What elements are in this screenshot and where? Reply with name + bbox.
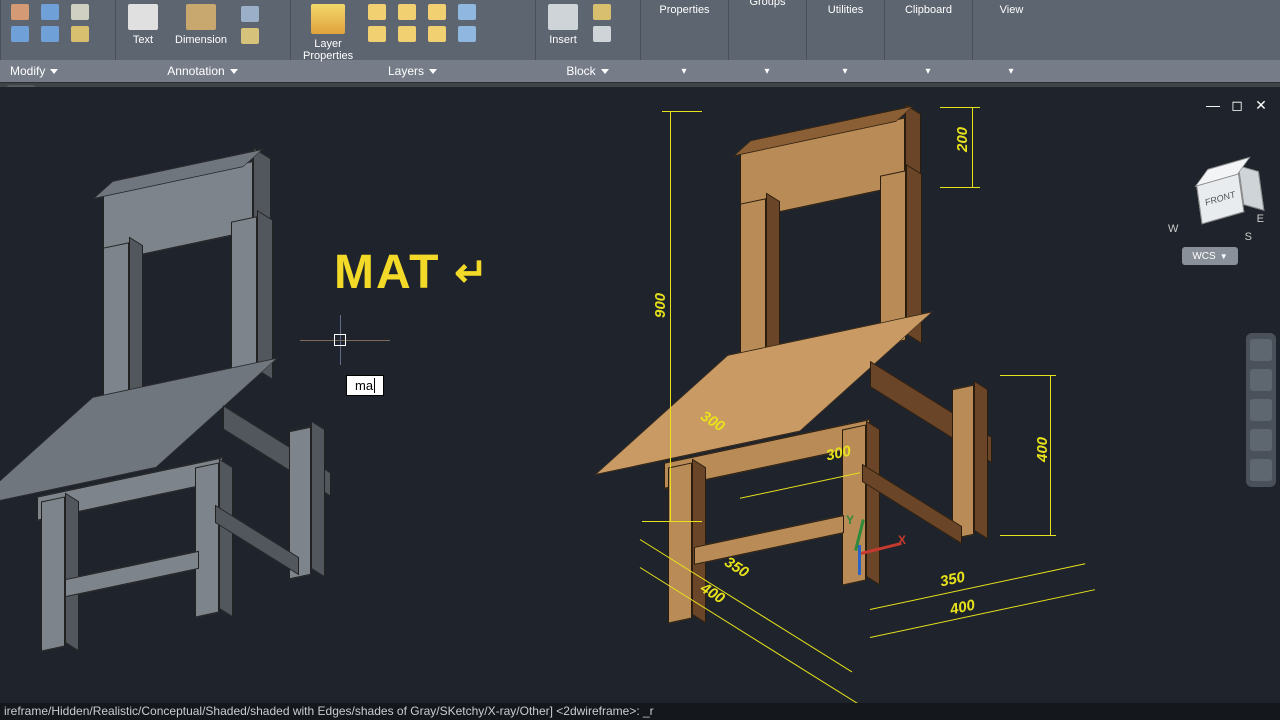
minimize-button[interactable]: —	[1204, 97, 1222, 114]
chevron-down-icon	[601, 69, 609, 74]
layer-t6[interactable]	[424, 24, 449, 44]
layer-t3[interactable]	[394, 2, 419, 22]
layer-t8[interactable]	[454, 24, 479, 44]
chevron-down-icon	[429, 69, 437, 74]
enter-icon: ↵	[454, 250, 490, 296]
dimension-label: Dimension	[175, 34, 227, 46]
layer-properties-button[interactable]: Layer Properties	[297, 2, 359, 64]
utilities-expand[interactable]: ▾	[806, 66, 884, 77]
insert-button[interactable]: Insert	[542, 2, 584, 48]
properties-expand[interactable]: ▾	[640, 66, 728, 77]
compass-s: S	[1245, 231, 1252, 243]
view-expand[interactable]: ▾	[972, 66, 1050, 77]
block-t1[interactable]	[589, 2, 614, 22]
clipboard-panel[interactable]: Clipboard	[899, 2, 958, 18]
compass-e: E	[1257, 213, 1264, 225]
properties-panel[interactable]: Properties	[653, 2, 715, 18]
model-chair-wood	[640, 97, 1070, 657]
utilities-panel[interactable]: Utilities	[822, 2, 869, 18]
modify-panel-title[interactable]: Modify	[0, 64, 115, 78]
dim-200: 200	[954, 127, 971, 152]
layer-t5[interactable]	[424, 2, 449, 22]
nav-showmotion-icon[interactable]	[1250, 459, 1272, 481]
modify-tool-1[interactable]	[7, 2, 32, 22]
layer-t7[interactable]	[454, 2, 479, 22]
nav-orbit-icon[interactable]	[1250, 429, 1272, 451]
wcs-button[interactable]: WCS▼	[1182, 247, 1238, 265]
panel-titles: Modify Annotation Layers Block ▾ ▾ ▾ ▾ ▾	[0, 60, 1280, 82]
modify-tool-5[interactable]	[67, 2, 92, 22]
layers-panel-title[interactable]: Layers	[290, 64, 535, 78]
insert-label: Insert	[549, 34, 577, 46]
layer-t1[interactable]	[364, 2, 389, 22]
dim-900: 900	[652, 293, 669, 318]
model-chair-gray	[55, 127, 335, 667]
layer-t2[interactable]	[364, 24, 389, 44]
chevron-down-icon	[230, 69, 238, 74]
nav-fullnav-icon[interactable]	[1250, 339, 1272, 361]
text-button[interactable]: Text	[122, 2, 164, 48]
dimension-button[interactable]: Dimension	[169, 2, 233, 48]
modify-tool-3[interactable]	[37, 2, 62, 22]
layer-props-label: Layer Properties	[303, 38, 353, 62]
nav-zoom-icon[interactable]	[1250, 399, 1272, 421]
chevron-down-icon	[50, 69, 58, 74]
nav-pan-icon[interactable]	[1250, 369, 1272, 391]
groups-expand[interactable]: ▾	[728, 66, 806, 77]
compass-w: W	[1168, 223, 1178, 235]
viewport-window-controls: — ◻ ✕	[1204, 97, 1270, 114]
dynamic-input[interactable]: ma	[346, 375, 384, 396]
modify-tool-2[interactable]	[7, 24, 32, 44]
maximize-button[interactable]: ◻	[1228, 97, 1246, 114]
viewcube[interactable]: FRONT W E S WCS▼	[1168, 159, 1264, 265]
anno-tool-1[interactable]	[238, 4, 263, 24]
navigation-bar	[1246, 333, 1276, 487]
clipboard-expand[interactable]: ▾	[884, 66, 972, 77]
modify-tool-4[interactable]	[37, 24, 62, 44]
drawing-canvas[interactable]: — ◻ ✕ ma MAT ↵	[0, 87, 1280, 703]
groups-panel[interactable]: Groups	[743, 0, 791, 16]
anno-tool-2[interactable]	[238, 26, 263, 46]
modify-tool-6[interactable]	[67, 24, 92, 44]
layer-t4[interactable]	[394, 24, 419, 44]
close-button[interactable]: ✕	[1252, 97, 1270, 114]
annotation-panel-title[interactable]: Annotation	[115, 64, 290, 78]
dim-400: 400	[1034, 437, 1051, 462]
command-line[interactable]: ireframe/Hidden/Realistic/Conceptual/Sha…	[0, 703, 1280, 720]
block-t2[interactable]	[589, 24, 614, 44]
ribbon: Text Dimension Layer Properties	[0, 0, 1280, 60]
dim-line	[670, 111, 671, 521]
block-panel-title[interactable]: Block	[535, 64, 640, 78]
overlay-hint: MAT ↵	[334, 245, 490, 300]
view-panel[interactable]: View	[994, 2, 1030, 18]
text-label: Text	[133, 34, 153, 46]
ucs-icon: X Y	[840, 513, 900, 573]
